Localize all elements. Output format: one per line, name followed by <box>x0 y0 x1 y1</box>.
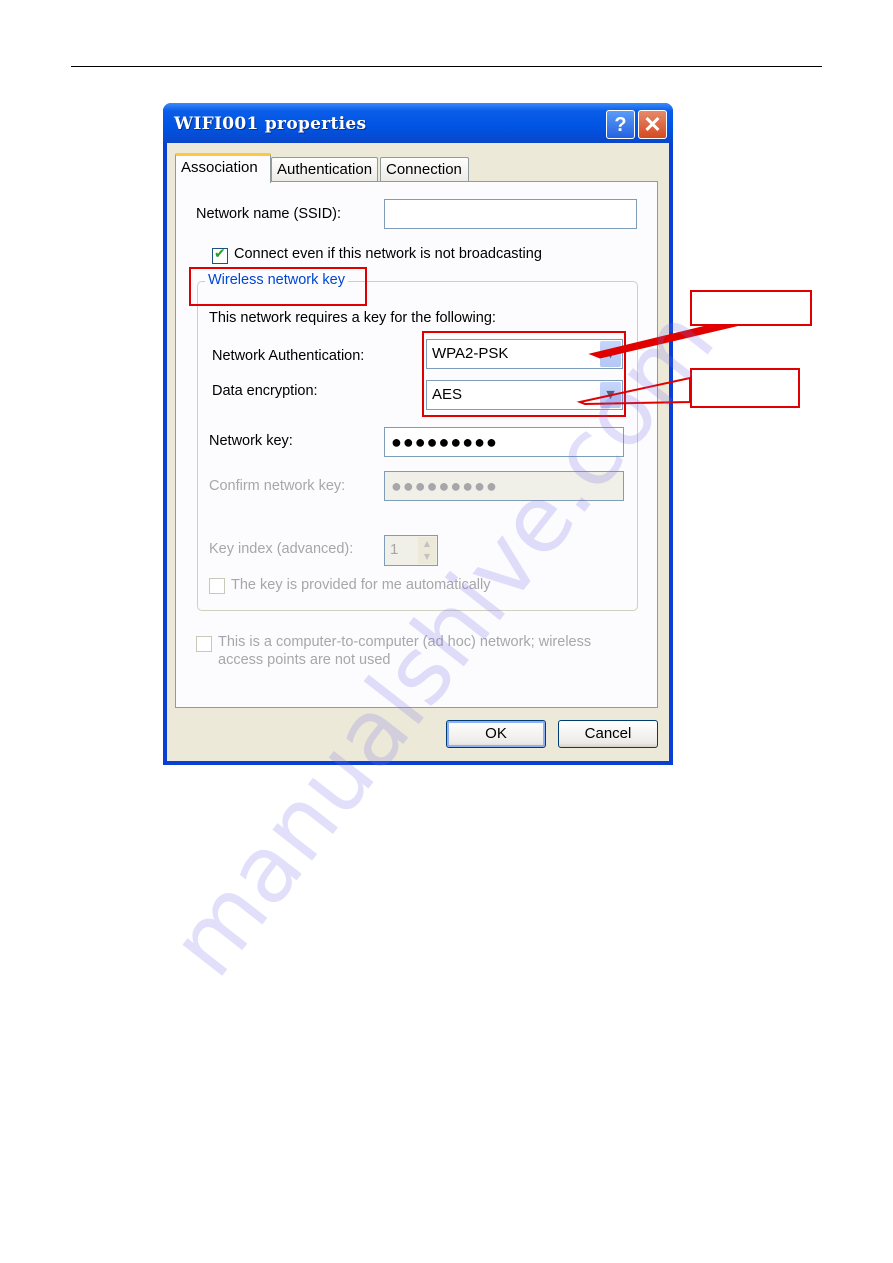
page-header-rule <box>71 66 822 67</box>
tab-connection[interactable]: Connection <box>380 157 469 181</box>
key-index-label: Key index (advanced): <box>209 541 354 557</box>
callout-box-authentication <box>690 290 812 326</box>
broadcast-checkbox-label[interactable]: Connect even if this network is not broa… <box>234 246 542 262</box>
broadcast-checkbox[interactable]: ✔ <box>212 246 228 264</box>
title-bar[interactable]: WIFI001 properties ? ✕ <box>163 103 673 143</box>
tab-authentication[interactable]: Authentication <box>271 157 378 181</box>
auth-label: Network Authentication: <box>212 348 365 364</box>
ssid-input[interactable] <box>384 199 637 229</box>
key-index-value: 1 <box>390 541 399 558</box>
key-index-spinner[interactable]: 1 ▲ ▼ <box>384 535 438 566</box>
adhoc-checkbox[interactable] <box>196 636 212 652</box>
key-requirement-text: This network requires a key for the foll… <box>209 310 496 326</box>
confirm-key-label: Confirm network key: <box>209 478 346 494</box>
spinner-arrows-icon[interactable]: ▲ ▼ <box>418 537 436 564</box>
encryption-label: Data encryption: <box>212 383 318 399</box>
close-icon: ✕ <box>643 112 662 137</box>
help-icon: ? <box>614 114 627 136</box>
confirm-key-value: ●●●●●●●●● <box>391 476 498 496</box>
window-title: WIFI001 properties <box>174 114 367 134</box>
network-key-label: Network key: <box>209 433 293 449</box>
highlight-wireless-key <box>189 267 367 306</box>
help-button[interactable]: ? <box>606 110 635 139</box>
tab-association[interactable]: Association <box>175 153 271 183</box>
network-key-value: ●●●●●●●●● <box>391 432 498 452</box>
close-button[interactable]: ✕ <box>638 110 667 139</box>
cancel-button[interactable]: Cancel <box>558 720 658 748</box>
ssid-label: Network name (SSID): <box>196 206 342 222</box>
auto-key-checkbox[interactable] <box>209 578 225 594</box>
ok-button[interactable]: OK <box>446 720 546 748</box>
checkmark-icon: ✔ <box>214 246 226 262</box>
